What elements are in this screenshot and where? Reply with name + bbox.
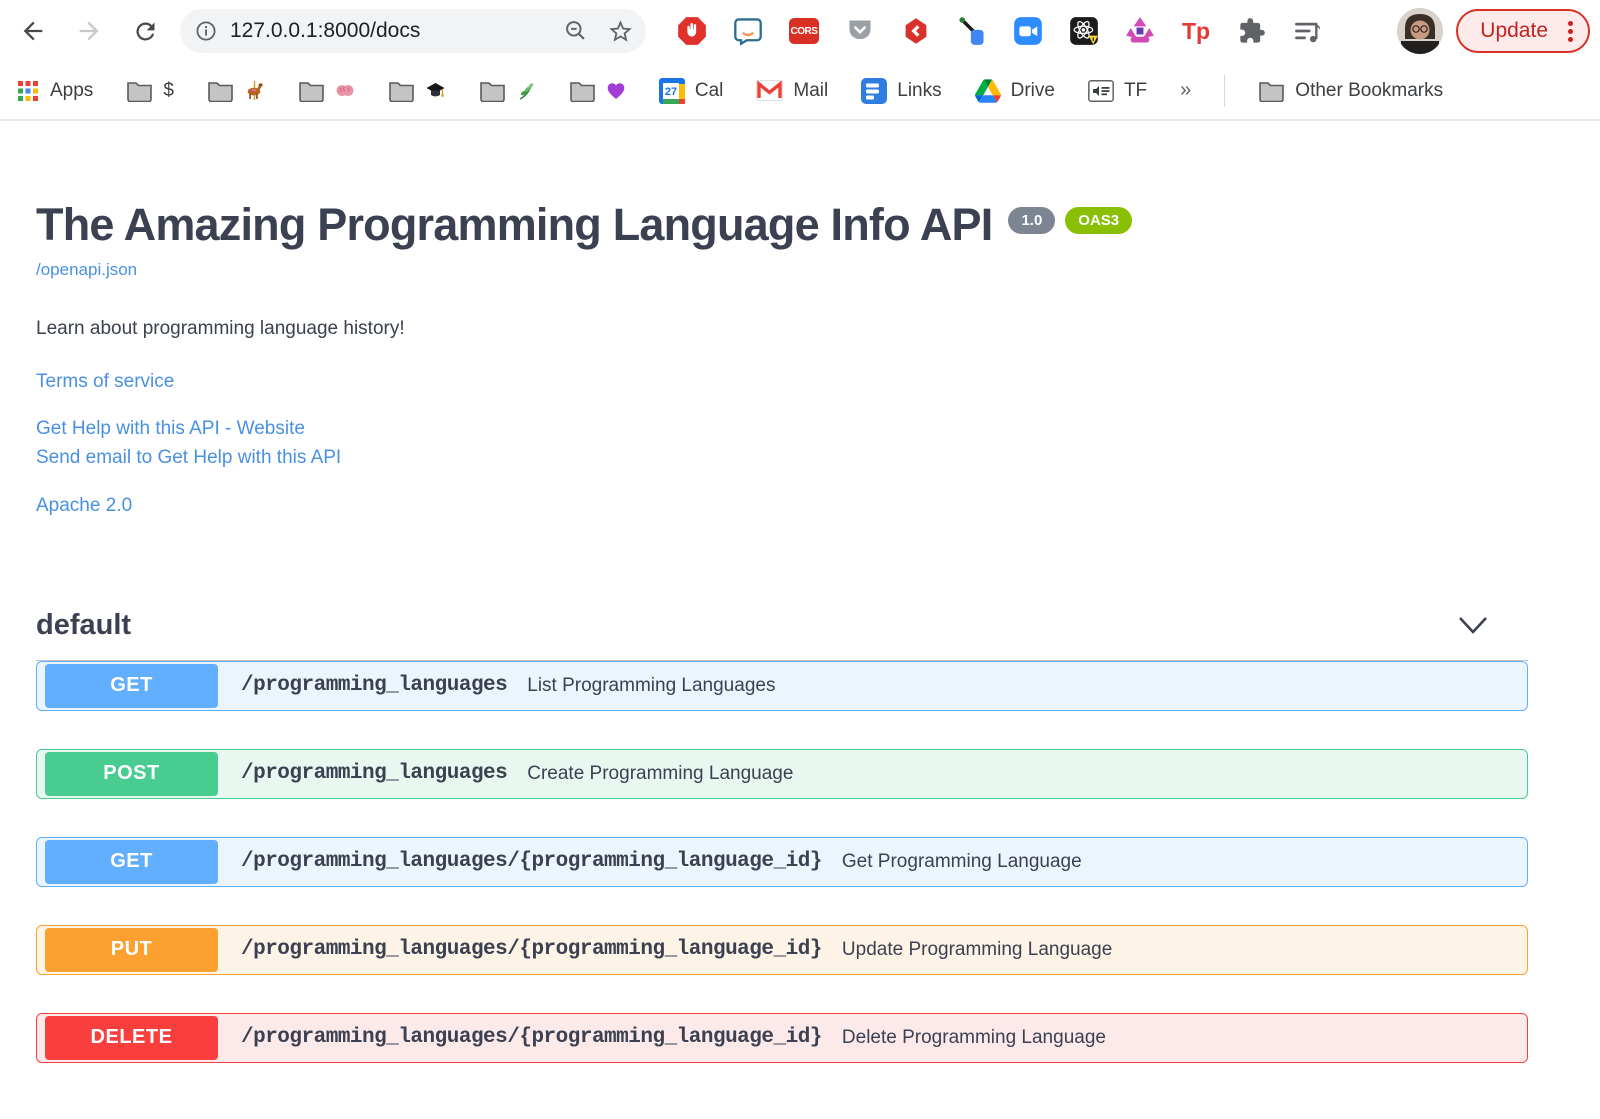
recycle-extension-icon[interactable]	[1124, 15, 1156, 47]
tp-extension-icon[interactable]: Tp	[1180, 15, 1212, 47]
zoom-out-icon[interactable]	[563, 18, 589, 44]
bookmark-gmail[interactable]: Mail	[756, 80, 828, 102]
bookmarks-bar: Apps $ 27 Cal Mail Links Drive TF » Othe…	[0, 62, 1600, 121]
bookmark-drive[interactable]: Drive	[974, 78, 1055, 103]
folder-icon	[570, 81, 595, 102]
zoom-extension-icon[interactable]	[1012, 15, 1044, 47]
chat-bubble-extension-icon[interactable]	[732, 15, 764, 47]
folder-icon	[480, 81, 505, 102]
method-badge: DELETE	[45, 1015, 218, 1060]
carousel-horse-icon	[247, 81, 263, 100]
pocket-extension-icon[interactable]	[844, 15, 876, 47]
chrome-update-button[interactable]: Update	[1456, 9, 1590, 53]
oas3-badge: OAS3	[1065, 207, 1133, 234]
google-drive-icon	[974, 78, 1001, 103]
bookmark-tf[interactable]: TF	[1088, 80, 1147, 102]
api-info: The Amazing Programming Language Info AP…	[36, 199, 1528, 251]
bookmark-calendar[interactable]: 27 Cal	[658, 77, 723, 104]
endpoint-path: /programming_languages/{programming_lang…	[241, 938, 822, 962]
menu-dots-icon[interactable]	[1568, 20, 1573, 42]
method-badge: GET	[45, 839, 218, 884]
method-badge: GET	[45, 663, 218, 708]
bookmark-star-icon[interactable]	[607, 18, 634, 45]
gmail-icon	[756, 80, 784, 101]
brain-icon	[336, 84, 354, 96]
endpoint-summary: Create Programming Language	[527, 762, 794, 784]
bookmark-folder-carousel-horse[interactable]	[207, 80, 265, 102]
folder-icon	[299, 81, 324, 102]
endpoint-row-put-update[interactable]: PUT /programming_languages/{programming_…	[36, 924, 1528, 975]
adblock-extension-icon[interactable]	[676, 15, 708, 47]
endpoint-path: /programming_languages	[241, 674, 508, 698]
purple-heart-icon	[607, 83, 625, 99]
other-bookmarks[interactable]: Other Bookmarks	[1258, 80, 1443, 102]
red-arrow-extension-icon[interactable]	[900, 15, 932, 47]
bookmark-folder-dollar[interactable]: $	[126, 80, 174, 102]
endpoint-row-get-list[interactable]: GET /programming_languages List Programm…	[36, 660, 1528, 711]
endpoint-summary: Get Programming Language	[841, 850, 1082, 872]
graduation-cap-icon	[426, 82, 445, 97]
tag-section-header[interactable]: default	[36, 609, 1528, 661]
forward-button[interactable]	[72, 14, 106, 48]
version-badge: 1.0	[1008, 207, 1056, 234]
tf-doc-icon	[1088, 79, 1114, 102]
endpoint-path: /programming_languages	[241, 762, 508, 786]
bookmarks-divider	[1224, 74, 1226, 107]
endpoint-summary: Update Programming Language	[841, 938, 1113, 960]
method-badge: PUT	[45, 927, 218, 972]
swagger-page: The Amazing Programming Language Info AP…	[0, 121, 1600, 1063]
folder-icon	[389, 81, 414, 102]
browser-toolbar: 127.0.0.1:8000/docs CORS Tp Update	[0, 0, 1600, 62]
openapi-json-link[interactable]: /openapi.json	[36, 260, 1600, 280]
google-calendar-icon: 27	[658, 77, 685, 104]
bookmark-folder-graduation-cap[interactable]	[388, 80, 446, 102]
color-picker-extension-icon[interactable]	[956, 15, 988, 47]
apps-grid-icon	[18, 80, 38, 101]
folder-icon	[1259, 81, 1285, 102]
url-text[interactable]: 127.0.0.1:8000/docs	[230, 19, 563, 43]
svg-text:27: 27	[665, 86, 677, 98]
folder-icon	[127, 81, 153, 102]
license-link[interactable]: Apache 2.0	[36, 495, 1600, 517]
endpoint-summary: List Programming Languages	[527, 674, 776, 696]
back-button[interactable]	[16, 14, 50, 48]
links-list-icon	[861, 77, 888, 104]
endpoint-row-delete[interactable]: DELETE /programming_languages/{programmi…	[36, 1012, 1528, 1063]
extensions-row: CORS Tp	[676, 15, 1324, 47]
collapse-chevron-icon[interactable]	[1456, 614, 1490, 636]
bookmark-links[interactable]: Links	[861, 77, 942, 104]
media-controls-icon[interactable]	[1292, 15, 1324, 47]
profile-area: Update	[1397, 8, 1590, 54]
forward-arrow-icon	[79, 21, 99, 41]
address-bar[interactable]: 127.0.0.1:8000/docs	[180, 9, 646, 53]
update-label: Update	[1480, 19, 1548, 42]
folder-icon	[208, 81, 233, 102]
website-help-link[interactable]: Get Help with this API - Website	[36, 414, 1600, 443]
profile-avatar[interactable]	[1397, 8, 1444, 54]
endpoint-path: /programming_languages/{programming_lang…	[241, 850, 822, 874]
bookmark-folder-herb[interactable]	[479, 80, 536, 102]
terms-of-service-link[interactable]: Terms of service	[36, 371, 1600, 393]
react-devtools-extension-icon[interactable]	[1068, 15, 1100, 47]
site-info-icon[interactable]	[194, 19, 218, 43]
bookmark-folder-purple-heart[interactable]	[569, 80, 626, 102]
bookmarks-overflow-chevron[interactable]: »	[1180, 79, 1191, 102]
endpoint-path: /programming_languages/{programming_lang…	[241, 1026, 822, 1050]
method-badge: POST	[45, 751, 218, 796]
endpoint-summary: Delete Programming Language	[841, 1026, 1106, 1048]
endpoint-row-get-one[interactable]: GET /programming_languages/{programming_…	[36, 836, 1528, 887]
reload-button[interactable]	[128, 14, 162, 48]
api-description: Learn about programming language history…	[36, 317, 405, 339]
page-title: The Amazing Programming Language Info AP…	[36, 199, 993, 250]
tag-section-title: default	[36, 608, 132, 641]
endpoint-row-post-create[interactable]: POST /programming_languages Create Progr…	[36, 748, 1528, 799]
bookmark-apps[interactable]: Apps	[16, 79, 93, 103]
email-help-link[interactable]: Send email to Get Help with this API	[36, 443, 1600, 472]
back-arrow-icon	[23, 21, 43, 41]
bookmark-folder-brain[interactable]	[298, 80, 355, 102]
reload-icon	[135, 21, 154, 40]
cors-extension-icon[interactable]: CORS	[788, 15, 820, 47]
herb-icon	[519, 82, 534, 100]
puzzle-extensions-menu-icon[interactable]	[1236, 15, 1268, 47]
